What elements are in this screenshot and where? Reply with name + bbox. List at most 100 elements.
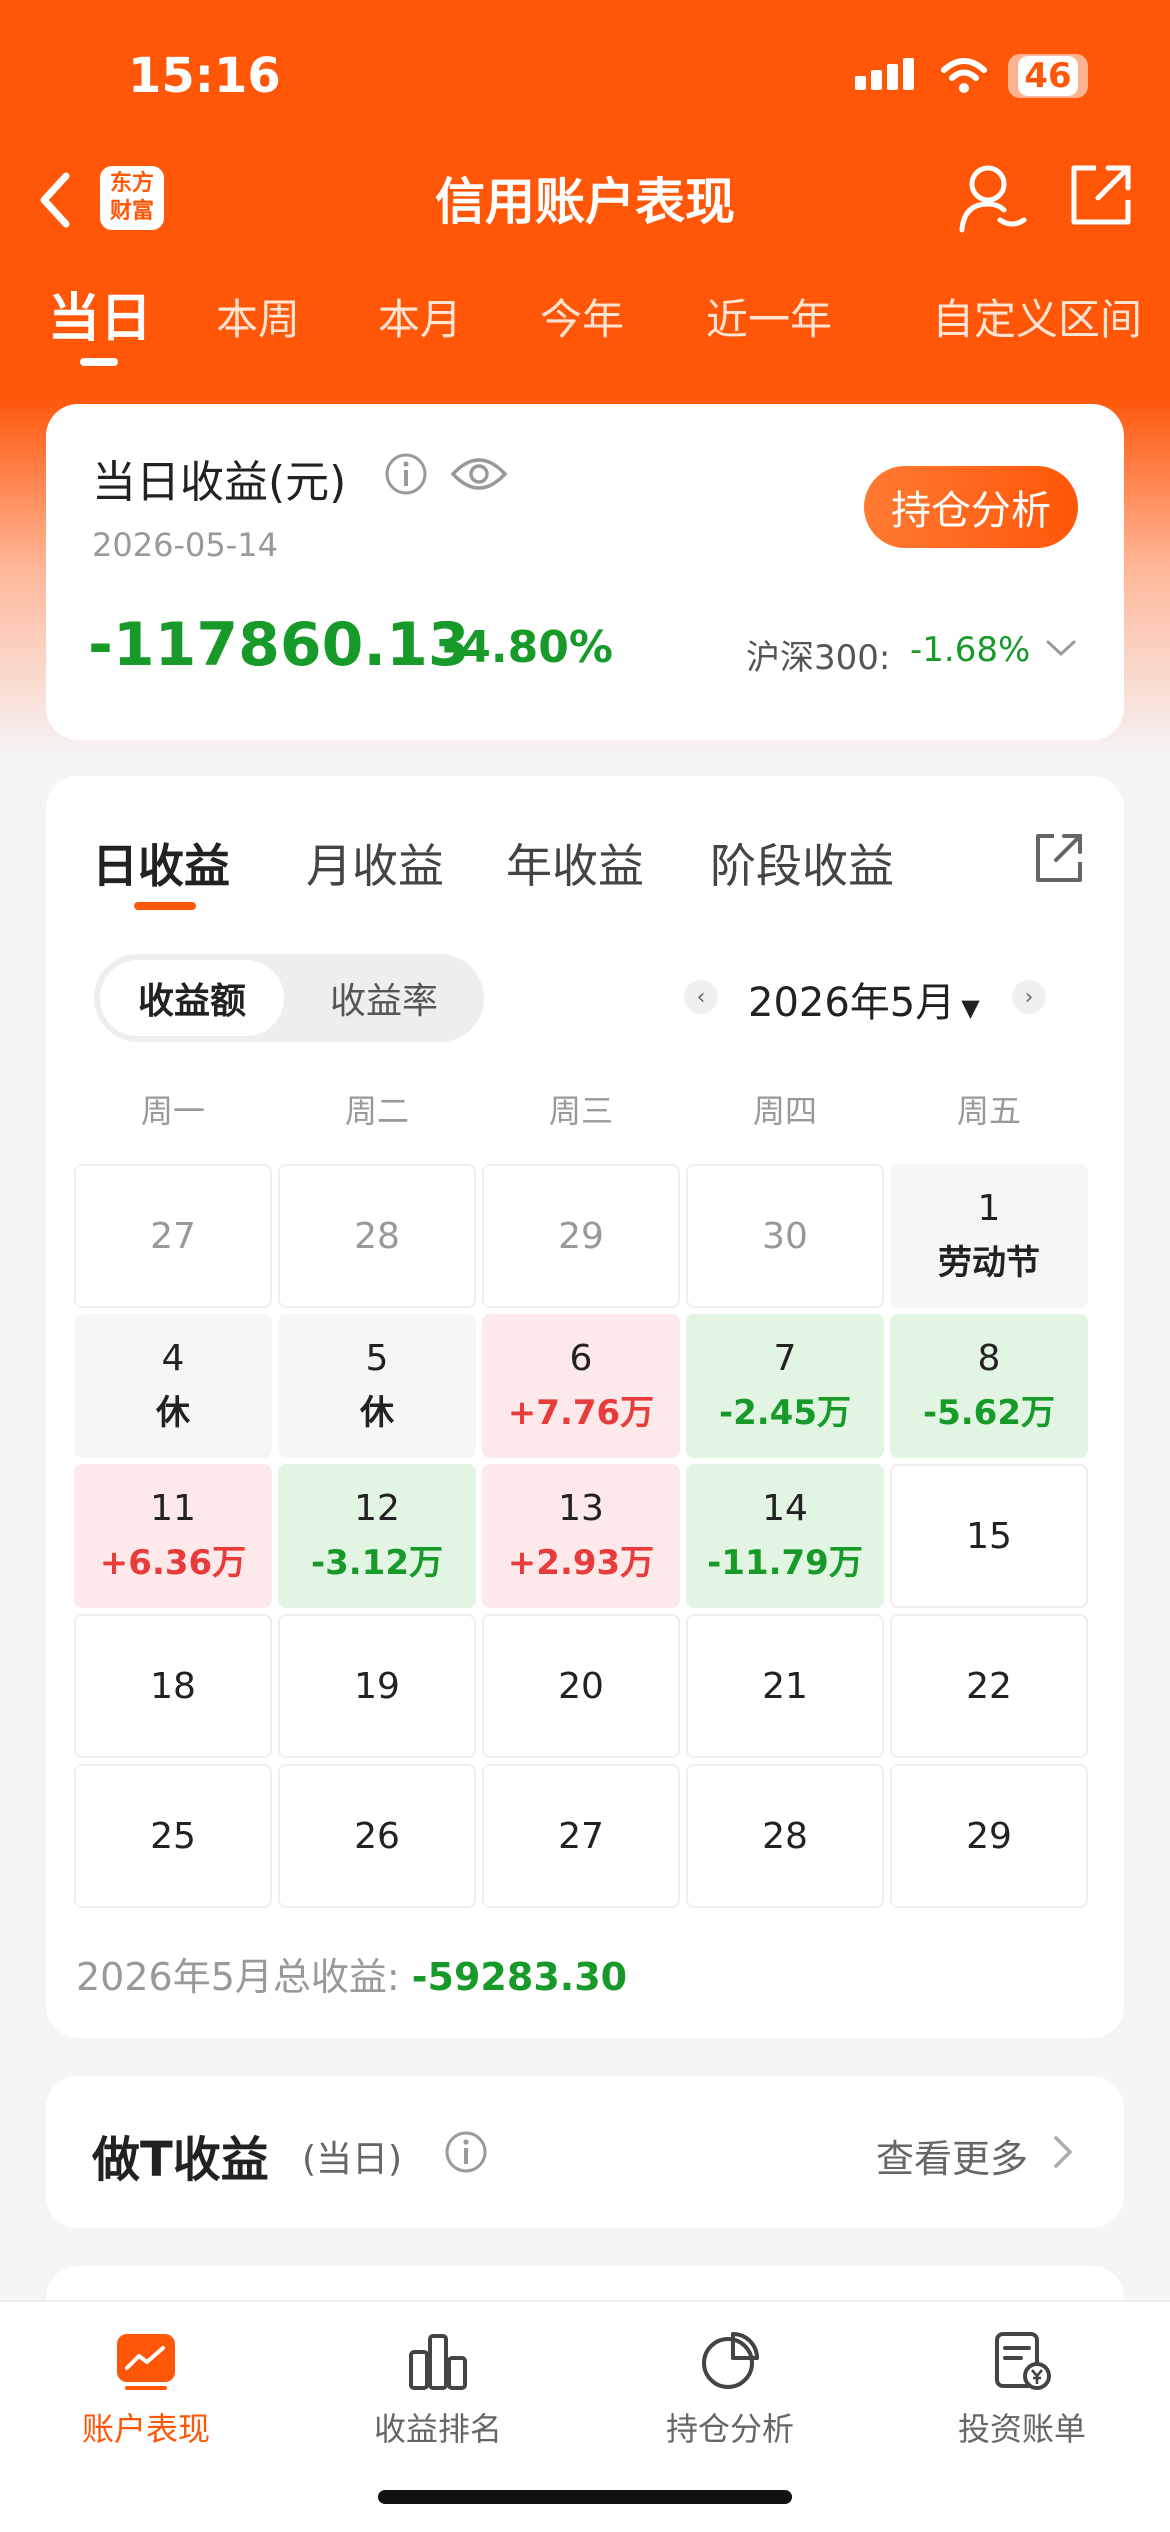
tab-this-week[interactable]: 本周 xyxy=(216,286,300,347)
nav-label: 账户表现 xyxy=(81,2410,210,2448)
profit-percent: -4.80% xyxy=(442,622,613,673)
share-icon[interactable] xyxy=(1068,162,1134,228)
calendar-day[interactable]: 18 xyxy=(74,1614,272,1758)
calendar-day[interactable]: 29 xyxy=(482,1164,680,1308)
holding-analysis-button[interactable]: 持仓分析 xyxy=(864,466,1078,548)
day-number: 13 xyxy=(558,1488,604,1529)
day-number: 15 xyxy=(966,1515,1012,1557)
home-indicator xyxy=(378,2490,792,2504)
weekday-label: 周四 xyxy=(752,1092,817,1130)
day-number: 27 xyxy=(558,1815,604,1857)
wifi-icon xyxy=(941,58,987,93)
calendar-day[interactable]: 21 xyxy=(686,1614,884,1758)
calendar-day[interactable]: 4休 xyxy=(74,1314,272,1458)
day-profit: -5.62万 xyxy=(923,1393,1055,1433)
day-number: 20 xyxy=(558,1665,604,1707)
calendar-day[interactable]: 27 xyxy=(482,1764,680,1908)
tab-this-month[interactable]: 本月 xyxy=(378,286,462,347)
day-number: 4 xyxy=(161,1338,185,1379)
t-profit-card[interactable]: 做T收益 (当日) 查看更多 xyxy=(46,2076,1124,2228)
day-number: 21 xyxy=(762,1665,808,1707)
day-number: 1 xyxy=(977,1188,1001,1229)
view-more-link[interactable]: 查看更多 xyxy=(876,2128,1028,2183)
battery-icon: 46 xyxy=(1008,54,1088,98)
calendar-day[interactable]: 29 xyxy=(890,1764,1088,1908)
chevron-right-icon xyxy=(1054,2136,1073,2168)
tab-this-year[interactable]: 今年 xyxy=(540,286,624,347)
day-number: 25 xyxy=(150,1815,196,1857)
bar-chart-icon xyxy=(409,2334,467,2390)
tab-monthly-profit[interactable]: 月收益 xyxy=(306,830,444,896)
subtab-indicator xyxy=(134,902,196,910)
tab-custom-range[interactable]: 自定义区间 xyxy=(932,286,1142,347)
user-eye-icon[interactable] xyxy=(956,160,1028,236)
calendar-day[interactable]: 22 xyxy=(890,1614,1088,1758)
period-tabs: 当日 本周 本月 今年 近一年 自定义区间 xyxy=(0,282,1170,362)
profit-calendar-card: 日收益 月收益 年收益 阶段收益 收益额 收益率 ‹ 2026年5月 ▼ › 周一… xyxy=(46,776,1124,2038)
tab-today[interactable]: 当日 xyxy=(48,276,152,351)
nav-investment-bill[interactable]: 投资账单 xyxy=(876,2330,1168,2450)
nav-profit-ranking[interactable]: 收益排名 xyxy=(292,2330,584,2450)
calendar-day[interactable]: 6 +7.76万 xyxy=(482,1314,680,1458)
day-number: 29 xyxy=(558,1215,604,1257)
day-number: 12 xyxy=(354,1488,400,1529)
info-icon[interactable] xyxy=(444,2130,488,2174)
tab-daily-profit[interactable]: 日收益 xyxy=(92,830,230,896)
calendar-day[interactable]: 7 -2.45万 xyxy=(686,1314,884,1458)
day-note: 劳动节 xyxy=(938,1243,1040,1283)
day-number: 28 xyxy=(762,1815,808,1857)
calendar-day[interactable]: 30 xyxy=(686,1164,884,1308)
day-number: 14 xyxy=(762,1488,808,1529)
day-number: 6 xyxy=(569,1338,593,1379)
day-note: 休 xyxy=(360,1393,394,1433)
calendar-day[interactable]: 28 xyxy=(686,1764,884,1908)
info-icon[interactable] xyxy=(384,452,428,496)
calendar-day[interactable]: 19 xyxy=(278,1614,476,1758)
day-profit: -11.79万 xyxy=(707,1543,863,1583)
calendar-day[interactable]: 15 xyxy=(890,1464,1088,1608)
prev-month-button[interactable]: ‹ xyxy=(684,980,718,1014)
eye-icon[interactable] xyxy=(450,452,508,496)
daily-profit-label: 当日收益(元) xyxy=(92,457,347,508)
toggle-profit-amount[interactable]: 收益额 xyxy=(100,960,284,1036)
share-icon[interactable] xyxy=(1030,830,1086,886)
nav-account-performance[interactable]: 账户表现 xyxy=(0,2330,292,2450)
calendar-day[interactable]: 5休 xyxy=(278,1314,476,1458)
tab-stage-profit[interactable]: 阶段收益 xyxy=(710,830,894,896)
calendar-day[interactable]: 28 xyxy=(278,1164,476,1308)
calendar-day[interactable]: 14 -11.79万 xyxy=(686,1464,884,1608)
day-number: 28 xyxy=(354,1215,400,1257)
calendar-day[interactable]: 1 劳动节 xyxy=(890,1164,1088,1308)
toggle-profit-rate[interactable]: 收益率 xyxy=(290,960,478,1036)
day-number: 26 xyxy=(354,1815,400,1857)
caret-down-icon: ▼ xyxy=(961,994,980,1022)
day-number: 29 xyxy=(966,1815,1012,1857)
calendar-day[interactable]: 8 -5.62万 xyxy=(890,1314,1088,1458)
calendar-day[interactable]: 20 xyxy=(482,1614,680,1758)
chevron-down-icon[interactable] xyxy=(1044,636,1078,660)
tab-last-year[interactable]: 近一年 xyxy=(706,286,832,347)
weekday-label: 周三 xyxy=(548,1092,613,1130)
day-number: 7 xyxy=(773,1338,797,1379)
day-profit: +2.93万 xyxy=(507,1543,655,1583)
calendar-day[interactable]: 25 xyxy=(74,1764,272,1908)
t-profit-subtitle: (当日) xyxy=(302,2139,403,2180)
month-selector[interactable]: 2026年5月 ▼ xyxy=(748,970,980,1028)
month-total: 2026年5月总收益: -59283.30 xyxy=(76,1946,627,2001)
nav-label: 投资账单 xyxy=(957,2410,1086,2448)
weekday-label: 周五 xyxy=(956,1092,1021,1130)
calendar-day[interactable]: 26 xyxy=(278,1764,476,1908)
day-profit: +6.36万 xyxy=(99,1543,247,1583)
calendar-day[interactable]: 27 xyxy=(74,1164,272,1308)
weekday-label: 周一 xyxy=(140,1092,205,1130)
day-profit: -2.45万 xyxy=(719,1393,851,1433)
next-month-button[interactable]: › xyxy=(1012,980,1046,1014)
chevron-left-icon: ‹ xyxy=(696,984,706,1010)
month-total-label: 2026年5月总收益: xyxy=(76,1955,400,1999)
calendar-day[interactable]: 13 +2.93万 xyxy=(482,1464,680,1608)
tab-yearly-profit[interactable]: 年收益 xyxy=(506,830,644,896)
calendar-day[interactable]: 11 +6.36万 xyxy=(74,1464,272,1608)
nav-holding-analysis[interactable]: 持仓分析 xyxy=(584,2330,876,2450)
calendar-day[interactable]: 12 -3.12万 xyxy=(278,1464,476,1608)
day-number: 8 xyxy=(977,1338,1001,1379)
